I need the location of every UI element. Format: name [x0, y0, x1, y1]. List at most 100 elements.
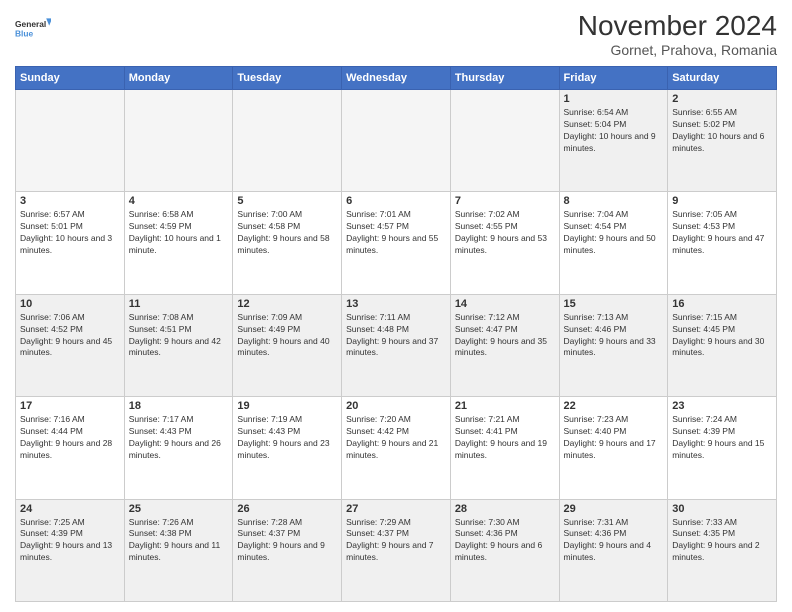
day-number: 7 — [455, 195, 555, 207]
day-info: Sunrise: 6:55 AM Sunset: 5:02 PM Dayligh… — [672, 107, 772, 155]
day-info: Sunrise: 7:19 AM Sunset: 4:43 PM Dayligh… — [237, 414, 337, 462]
day-number: 30 — [672, 503, 772, 515]
day-number: 9 — [672, 195, 772, 207]
day-info: Sunrise: 7:33 AM Sunset: 4:35 PM Dayligh… — [672, 517, 772, 565]
header-sunday: Sunday — [16, 67, 125, 90]
day-info: Sunrise: 7:23 AM Sunset: 4:40 PM Dayligh… — [564, 414, 664, 462]
day-info: Sunrise: 7:30 AM Sunset: 4:36 PM Dayligh… — [455, 517, 555, 565]
calendar-cell-w5-d0: 24Sunrise: 7:25 AM Sunset: 4:39 PM Dayli… — [16, 499, 125, 601]
header-friday: Friday — [559, 67, 668, 90]
month-title: November 2024 — [578, 10, 777, 42]
page: General Blue November 2024 Gornet, Praho… — [0, 0, 792, 612]
day-number: 14 — [455, 298, 555, 310]
day-info: Sunrise: 7:09 AM Sunset: 4:49 PM Dayligh… — [237, 312, 337, 360]
day-number: 22 — [564, 400, 664, 412]
calendar-cell-w3-d4: 14 Sunrise: 7:12 AM Sunset: 4:47 PM Dayli… — [450, 294, 559, 396]
day-info: Sunrise: 7:11 AM Sunset: 4:48 PM Dayligh… — [346, 312, 446, 360]
calendar-cell-w2-d3: 6Sunrise: 7:01 AM Sunset: 4:57 PM Daylig… — [342, 192, 451, 294]
day-info: Sunrise: 7:28 AM Sunset: 4:37 PM Dayligh… — [237, 517, 337, 565]
day-number: 15 — [564, 298, 664, 310]
day-info: Sunrise: 7:05 AM Sunset: 4:53 PM Dayligh… — [672, 209, 772, 257]
calendar-cell-w3-d0: 10 Sunrise: 7:06 AM Sunset: 4:52 PM Dayli… — [16, 294, 125, 396]
day-info: Sunrise: 7:20 AM Sunset: 4:42 PM Dayligh… — [346, 414, 446, 462]
week-row-1: 1 Sunrise: 6:54 AM Sunset: 5:04 PM Daylig… — [16, 90, 777, 192]
calendar-cell-w2-d6: 9 Sunrise: 7:05 AM Sunset: 4:53 PM Daylig… — [668, 192, 777, 294]
day-number: 12 — [237, 298, 337, 310]
calendar-cell-w5-d3: 27 Sunrise: 7:29 AM Sunset: 4:37 PM Dayli… — [342, 499, 451, 601]
logo-svg: General Blue — [15, 10, 51, 46]
day-info: Sunrise: 7:06 AM Sunset: 4:52 PM Dayligh… — [20, 312, 120, 360]
day-info: Sunrise: 7:26 AM Sunset: 4:38 PM Dayligh… — [129, 517, 229, 565]
calendar-cell-w1-d0 — [16, 90, 125, 192]
day-info: Sunrise: 6:58 AM Sunset: 4:59 PM Dayligh… — [129, 209, 229, 257]
day-info: Sunrise: 7:24 AM Sunset: 4:39 PM Dayligh… — [672, 414, 772, 462]
calendar-cell-w5-d6: 30 Sunrise: 7:33 AM Sunset: 4:35 PM Dayli… — [668, 499, 777, 601]
day-number: 19 — [237, 400, 337, 412]
calendar-cell-w4-d0: 17 Sunrise: 7:16 AM Sunset: 4:44 PM Dayli… — [16, 397, 125, 499]
day-number: 2 — [672, 93, 772, 105]
day-info: Sunrise: 7:16 AM Sunset: 4:44 PM Dayligh… — [20, 414, 120, 462]
week-row-5: 24Sunrise: 7:25 AM Sunset: 4:39 PM Dayli… — [16, 499, 777, 601]
day-number: 17 — [20, 400, 120, 412]
logo: General Blue — [15, 10, 51, 46]
day-number: 4 — [129, 195, 229, 207]
day-number: 5 — [237, 195, 337, 207]
day-number: 18 — [129, 400, 229, 412]
calendar-cell-w4-d2: 19 Sunrise: 7:19 AM Sunset: 4:43 PM Dayli… — [233, 397, 342, 499]
calendar-cell-w2-d5: 8Sunrise: 7:04 AM Sunset: 4:54 PM Daylig… — [559, 192, 668, 294]
day-number: 10 — [20, 298, 120, 310]
header-wednesday: Wednesday — [342, 67, 451, 90]
calendar-cell-w4-d3: 20 Sunrise: 7:20 AM Sunset: 4:42 PM Dayli… — [342, 397, 451, 499]
calendar-cell-w3-d5: 15Sunrise: 7:13 AM Sunset: 4:46 PM Dayli… — [559, 294, 668, 396]
day-info: Sunrise: 7:21 AM Sunset: 4:41 PM Dayligh… — [455, 414, 555, 462]
calendar-body: 1 Sunrise: 6:54 AM Sunset: 5:04 PM Daylig… — [16, 90, 777, 602]
day-info: Sunrise: 7:04 AM Sunset: 4:54 PM Dayligh… — [564, 209, 664, 257]
calendar-table: Sunday Monday Tuesday Wednesday Thursday… — [15, 66, 777, 602]
calendar-cell-w3-d2: 12 Sunrise: 7:09 AM Sunset: 4:49 PM Dayli… — [233, 294, 342, 396]
day-number: 25 — [129, 503, 229, 515]
day-number: 3 — [20, 195, 120, 207]
day-number: 26 — [237, 503, 337, 515]
calendar: Sunday Monday Tuesday Wednesday Thursday… — [15, 66, 777, 602]
calendar-cell-w1-d3 — [342, 90, 451, 192]
calendar-cell-w1-d2 — [233, 90, 342, 192]
svg-text:General: General — [15, 19, 46, 29]
day-number: 20 — [346, 400, 446, 412]
calendar-cell-w5-d4: 28 Sunrise: 7:30 AM Sunset: 4:36 PM Dayli… — [450, 499, 559, 601]
day-number: 24 — [20, 503, 120, 515]
day-number: 1 — [564, 93, 664, 105]
calendar-cell-w3-d1: 11 Sunrise: 7:08 AM Sunset: 4:51 PM Dayli… — [124, 294, 233, 396]
day-info: Sunrise: 7:08 AM Sunset: 4:51 PM Dayligh… — [129, 312, 229, 360]
calendar-cell-w5-d2: 26 Sunrise: 7:28 AM Sunset: 4:37 PM Dayli… — [233, 499, 342, 601]
week-row-4: 17 Sunrise: 7:16 AM Sunset: 4:44 PM Dayli… — [16, 397, 777, 499]
day-info: Sunrise: 6:54 AM Sunset: 5:04 PM Dayligh… — [564, 107, 664, 155]
calendar-cell-w4-d6: 23 Sunrise: 7:24 AM Sunset: 4:39 PM Dayli… — [668, 397, 777, 499]
day-info: Sunrise: 7:01 AM Sunset: 4:57 PM Dayligh… — [346, 209, 446, 257]
day-info: Sunrise: 7:17 AM Sunset: 4:43 PM Dayligh… — [129, 414, 229, 462]
title-section: November 2024 Gornet, Prahova, Romania — [578, 10, 777, 58]
day-info: Sunrise: 7:29 AM Sunset: 4:37 PM Dayligh… — [346, 517, 446, 565]
week-row-2: 3Sunrise: 6:57 AM Sunset: 5:01 PM Daylig… — [16, 192, 777, 294]
calendar-cell-w1-d4 — [450, 90, 559, 192]
calendar-cell-w5-d5: 29Sunrise: 7:31 AM Sunset: 4:36 PM Dayli… — [559, 499, 668, 601]
location-subtitle: Gornet, Prahova, Romania — [578, 42, 777, 58]
day-number: 21 — [455, 400, 555, 412]
header-saturday: Saturday — [668, 67, 777, 90]
calendar-cell-w1-d6: 2 Sunrise: 6:55 AM Sunset: 5:02 PM Daylig… — [668, 90, 777, 192]
calendar-cell-w2-d1: 4 Sunrise: 6:58 AM Sunset: 4:59 PM Daylig… — [124, 192, 233, 294]
calendar-cell-w4-d1: 18 Sunrise: 7:17 AM Sunset: 4:43 PM Dayli… — [124, 397, 233, 499]
day-info: Sunrise: 7:31 AM Sunset: 4:36 PM Dayligh… — [564, 517, 664, 565]
header-tuesday: Tuesday — [233, 67, 342, 90]
day-info: Sunrise: 7:02 AM Sunset: 4:55 PM Dayligh… — [455, 209, 555, 257]
day-info: Sunrise: 7:15 AM Sunset: 4:45 PM Dayligh… — [672, 312, 772, 360]
day-info: Sunrise: 7:12 AM Sunset: 4:47 PM Dayligh… — [455, 312, 555, 360]
calendar-cell-w1-d1 — [124, 90, 233, 192]
day-number: 23 — [672, 400, 772, 412]
day-number: 27 — [346, 503, 446, 515]
weekday-header-row: Sunday Monday Tuesday Wednesday Thursday… — [16, 67, 777, 90]
day-number: 11 — [129, 298, 229, 310]
day-number: 28 — [455, 503, 555, 515]
week-row-3: 10 Sunrise: 7:06 AM Sunset: 4:52 PM Dayli… — [16, 294, 777, 396]
day-number: 13 — [346, 298, 446, 310]
day-info: Sunrise: 7:00 AM Sunset: 4:58 PM Dayligh… — [237, 209, 337, 257]
